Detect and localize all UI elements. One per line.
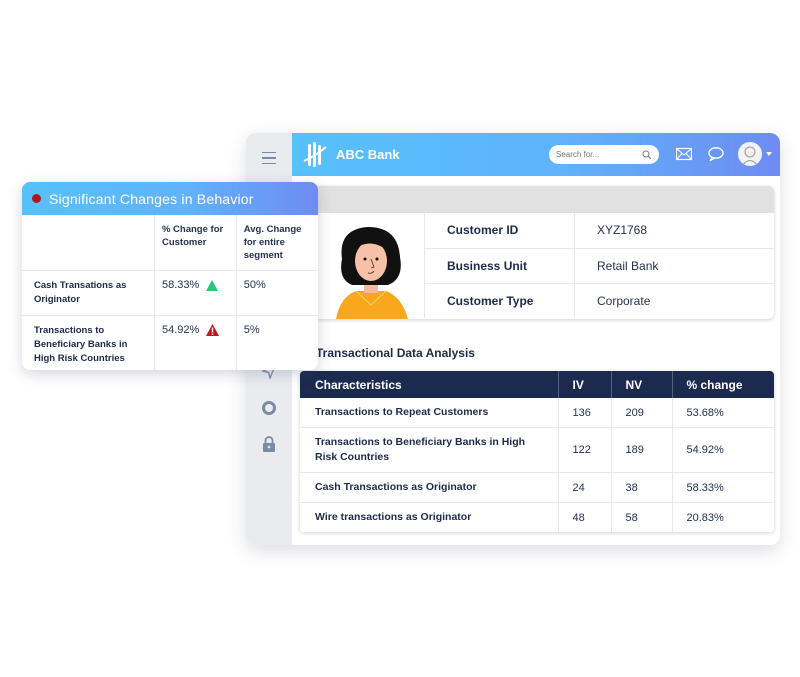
search-icon[interactable] [642, 150, 652, 160]
status-dot-icon [32, 194, 41, 203]
behavior-changes-popup: Significant Changes in Behavior % Change… [22, 182, 318, 370]
column-header: IV [557, 371, 611, 398]
table-row: Transactions to Beneficiary Banks in Hig… [300, 427, 774, 473]
row-change: 58.33% [161, 279, 200, 291]
bank-logo-icon [303, 141, 327, 167]
customer-info-table: Customer ID XYZ1768 Business Unit Retail… [424, 213, 774, 318]
row-change: 53.68% [671, 398, 774, 428]
popup-title: Significant Changes in Behavior [49, 190, 254, 207]
column-header [22, 215, 155, 271]
info-value: Corporate [574, 283, 774, 318]
table-row: Transactions to Repeat Customers 136 209… [300, 398, 774, 428]
customer-card: Customer ID XYZ1768 Business Unit Retail… [304, 186, 774, 319]
row-nv: 209 [610, 398, 672, 428]
table-row: Transactions to Beneficiary Banks in Hig… [22, 315, 318, 370]
row-avg: 5% [243, 324, 260, 336]
row-nv: 38 [610, 472, 672, 503]
popup-header: Significant Changes in Behavior [22, 182, 318, 215]
row-change: 54.92% [161, 324, 200, 336]
row-name: Cash Transactions as Originator [300, 472, 558, 503]
brand-name: ABC Bank [336, 147, 400, 162]
column-header: Characteristics [300, 371, 558, 398]
info-label: Business Unit [424, 248, 575, 284]
transaction-analysis-table: Characteristics IV NV % change Transacti… [300, 371, 774, 532]
caret-down-icon[interactable] [766, 152, 772, 156]
info-row: Business Unit Retail Bank [424, 248, 774, 284]
section-title: Transactional Data Analysis [316, 346, 475, 360]
bank-app-window: ABC Bank Search for... Customer ID XYZ17… [246, 133, 780, 545]
row-name: Transactions to Beneficiary Banks in Hig… [300, 427, 558, 473]
row-iv: 48 [557, 502, 611, 532]
row-change: 54.92% [671, 427, 774, 473]
column-header: % Change for Customer [154, 215, 237, 271]
user-avatar-icon[interactable] [738, 142, 762, 166]
top-navbar: ABC Bank [292, 133, 780, 176]
table-row: Wire transactions as Originator 48 58 20… [300, 502, 774, 532]
row-change: 58.33% [671, 472, 774, 503]
info-label: Customer ID [424, 213, 575, 249]
search-box[interactable] [549, 145, 659, 164]
info-value: XYZ1768 [574, 213, 774, 249]
column-header: % change [671, 371, 774, 398]
table-header-row: % Change for Customer Avg. Change for en… [22, 215, 318, 271]
row-name: Wire transactions as Originator [315, 511, 472, 523]
column-header: Avg. Change for entire segment [236, 215, 318, 271]
main-content: Customer ID XYZ1768 Business Unit Retail… [292, 176, 780, 545]
row-iv: 122 [557, 427, 611, 473]
search-input[interactable] [556, 150, 636, 159]
row-change-cell: 54.92% [154, 315, 237, 370]
mail-icon[interactable] [676, 147, 692, 161]
info-row: Customer Type Corporate [424, 283, 774, 318]
lock-icon[interactable] [260, 435, 278, 453]
info-value: Retail Bank [574, 248, 774, 284]
column-header: NV [610, 371, 672, 398]
gear-icon[interactable] [260, 399, 278, 417]
row-nv: 58 [610, 502, 672, 532]
row-label: Transactions to Beneficiary Banks in Hig… [22, 315, 155, 370]
row-change: 20.83% [671, 502, 774, 532]
table-row: Cash Transations as Originator 58.33% 50… [22, 270, 318, 316]
info-row: Customer ID XYZ1768 [424, 213, 774, 249]
row-name: Transactions to Repeat Customers [300, 398, 558, 428]
up-arrow-icon [206, 279, 219, 291]
info-label: Customer Type [424, 283, 575, 318]
row-nv: 189 [610, 427, 672, 473]
table-row: Cash Transactions as Originator 24 38 58… [300, 472, 774, 503]
row-avg: 50% [236, 270, 318, 316]
chat-icon[interactable] [708, 147, 724, 161]
warning-icon [206, 324, 220, 337]
hamburger-menu-icon[interactable] [260, 149, 278, 167]
row-change-cell: 58.33% [154, 270, 237, 316]
behavior-changes-table: % Change for Customer Avg. Change for en… [22, 215, 318, 370]
row-iv: 24 [557, 472, 611, 503]
row-iv: 136 [557, 398, 611, 428]
customer-illustration [336, 227, 408, 319]
row-label: Cash Transations as Originator [22, 270, 155, 316]
customer-card-header [304, 186, 774, 213]
table-header-row: Characteristics IV NV % change [300, 371, 774, 398]
